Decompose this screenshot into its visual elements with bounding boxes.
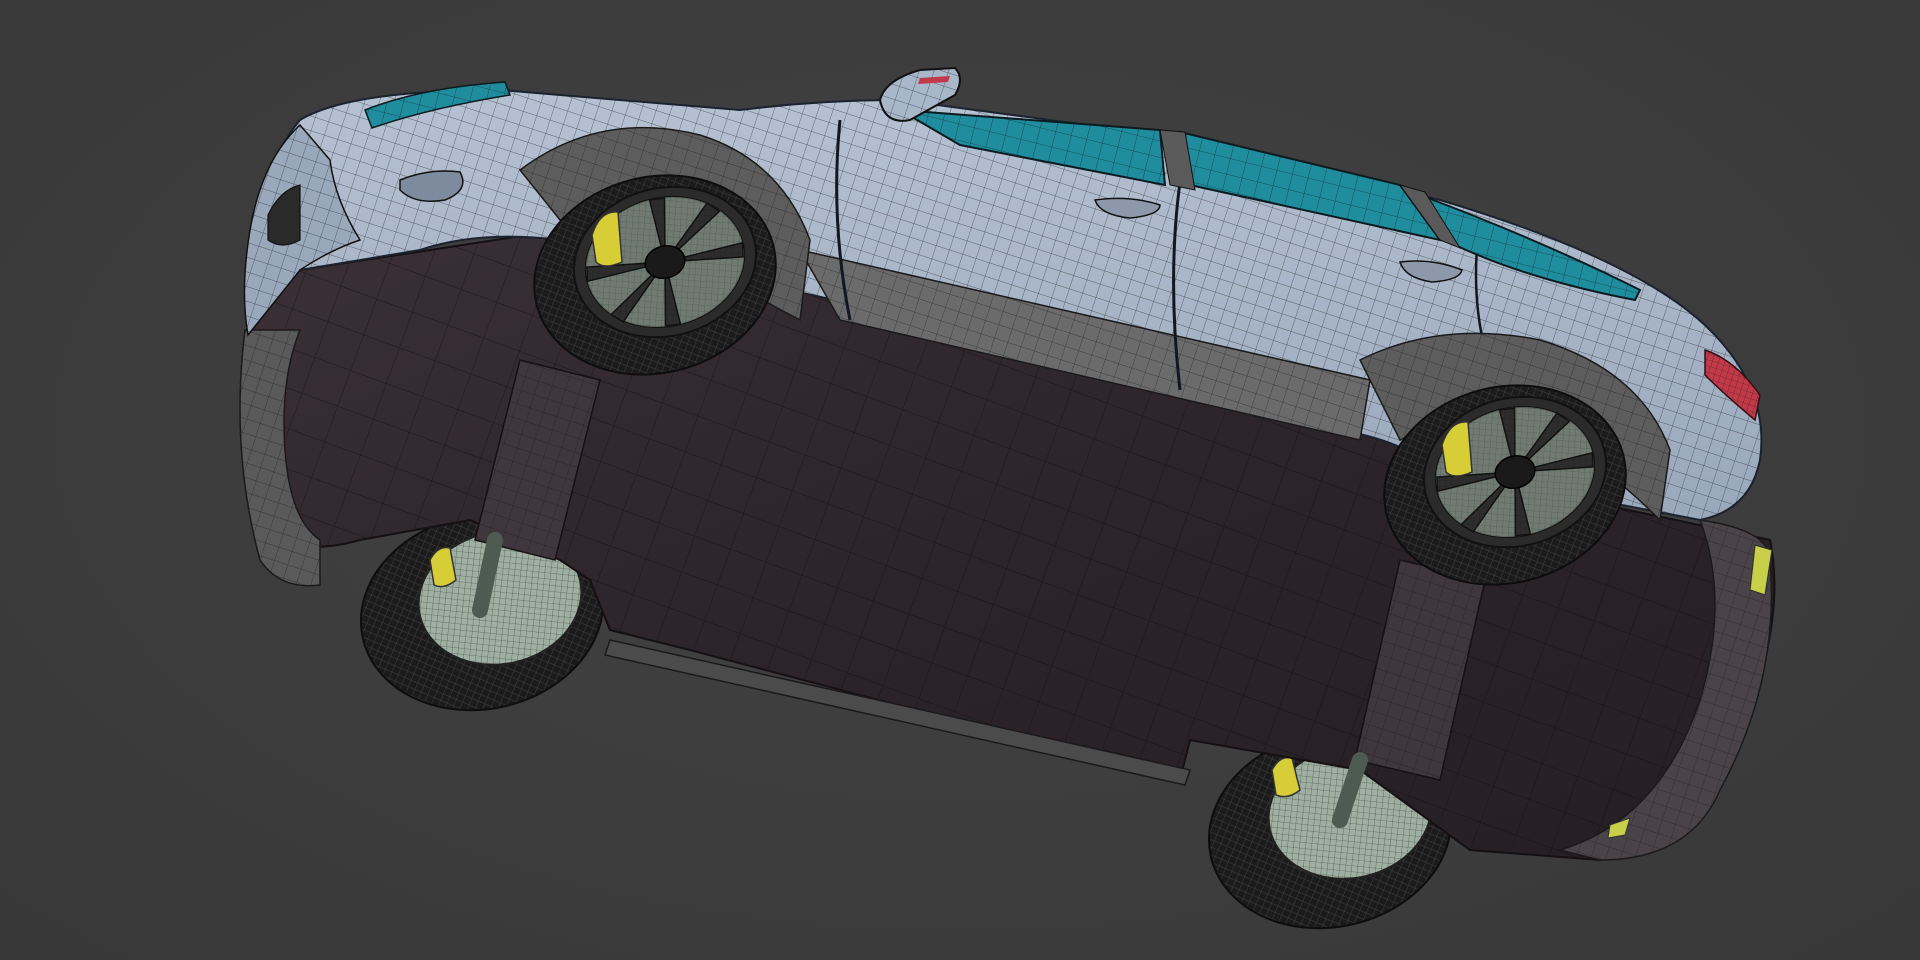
car-model-scene [239, 66, 1776, 930]
3d-viewport[interactable] [0, 0, 1920, 960]
